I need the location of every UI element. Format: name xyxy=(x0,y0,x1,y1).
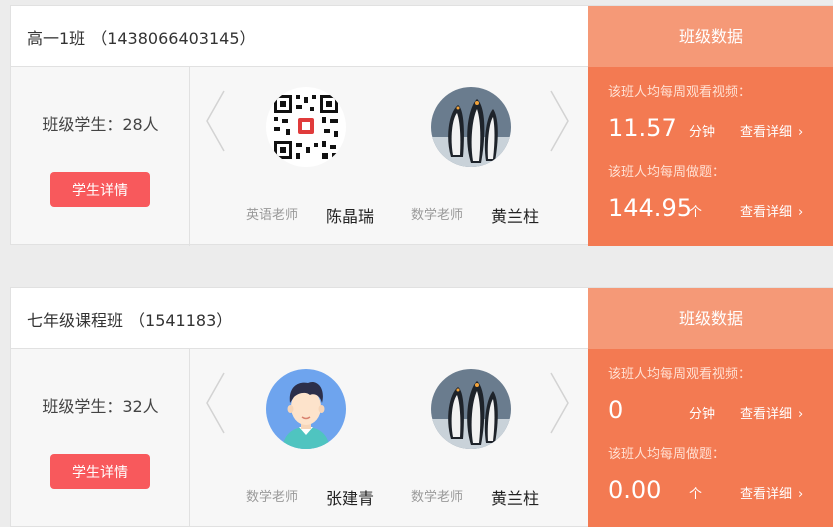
carousel-next-icon[interactable] xyxy=(549,89,571,153)
detail-link-label: 查看详细 xyxy=(740,487,793,502)
class-data-panel: 班级数据 该班人均每周观看视频： 0 分钟 查看详细 › 该班人均每周做题： 0.… xyxy=(588,288,833,527)
teacher-role: 数学老师 xyxy=(411,208,464,223)
class-students-panel: 班级学生：32人 学生详情 xyxy=(11,349,190,527)
problem-stat-value: 0.00 xyxy=(608,476,662,504)
problem-detail-link[interactable]: 查看详细 › xyxy=(740,201,803,220)
video-stat-label: 该班人均每周观看视频： xyxy=(608,367,752,382)
teachers-carousel: 英语老师 陈晶瑞 数学老师 黄兰柱 xyxy=(191,67,588,246)
student-count: 班级学生：28人 xyxy=(42,115,159,134)
chevron-right-icon: › xyxy=(798,487,804,502)
class-header: 高一1班 （1438066403145） xyxy=(11,6,588,67)
detail-link-label: 查看详细 xyxy=(740,407,793,422)
problem-stat-value: 144.95 xyxy=(608,194,692,222)
penguin-icon xyxy=(431,369,511,449)
problem-stat-label: 该班人均每周做题： xyxy=(608,165,726,180)
detail-link-label: 查看详细 xyxy=(740,125,793,140)
teacher-name: 张建青 xyxy=(326,489,375,508)
teacher-card: 数学老师 黄兰柱 xyxy=(396,349,556,527)
video-stat-label: 该班人均每周观看视频： xyxy=(608,85,752,100)
penguin-icon xyxy=(431,87,511,167)
detail-link-label: 查看详细 xyxy=(740,205,793,220)
teachers-carousel: 数学老师 张建青 数学老师 黄兰柱 xyxy=(191,349,588,527)
chevron-right-icon: › xyxy=(798,205,804,220)
video-detail-link[interactable]: 查看详细 › xyxy=(740,403,803,422)
teacher-role: 数学老师 xyxy=(411,490,464,505)
class-code: （1438066403145） xyxy=(91,29,256,48)
problem-stat-unit: 个 xyxy=(689,487,703,502)
video-stat-unit: 分钟 xyxy=(689,125,716,140)
teacher-role: 数学老师 xyxy=(246,490,299,505)
class-data-title: 班级数据 xyxy=(588,288,833,349)
carousel-next-icon[interactable] xyxy=(549,371,571,435)
chevron-right-icon: › xyxy=(798,407,804,422)
teacher-card: 英语老师 陈晶瑞 xyxy=(231,67,391,246)
video-detail-link[interactable]: 查看详细 › xyxy=(740,121,803,140)
class-name: 高一1班 xyxy=(27,29,86,48)
class-title: 七年级课程班 （1541183） xyxy=(27,307,232,331)
student-details-button[interactable]: 学生详情 xyxy=(50,454,150,489)
class-name: 七年级课程班 xyxy=(27,311,124,330)
class-students-panel: 班级学生：28人 学生详情 xyxy=(11,67,190,246)
teacher-name: 黄兰柱 xyxy=(491,489,540,508)
problem-stat-label: 该班人均每周做题： xyxy=(608,447,726,462)
teacher-card: 数学老师 张建青 xyxy=(231,349,391,527)
carousel-prev-icon[interactable] xyxy=(204,89,226,153)
class-code: （1541183） xyxy=(129,311,233,330)
teacher-name: 黄兰柱 xyxy=(491,207,540,226)
teacher-name: 陈晶瑞 xyxy=(326,207,375,226)
class-data-title: 班级数据 xyxy=(588,6,833,67)
class-card: 七年级课程班 （1541183） 班级学生：32人 学生详情 数学老师 张建青 … xyxy=(10,287,833,527)
class-data-panel: 班级数据 该班人均每周观看视频： 11.57 分钟 查看详细 › 该班人均每周做题… xyxy=(588,6,833,246)
class-card: 高一1班 （1438066403145） 班级学生：28人 学生详情 英语老师 … xyxy=(10,5,833,246)
carousel-prev-icon[interactable] xyxy=(204,371,226,435)
video-stat-value: 11.57 xyxy=(608,114,677,142)
cartoon-boy-icon xyxy=(266,369,346,449)
teacher-role: 英语老师 xyxy=(246,208,299,223)
student-details-button[interactable]: 学生详情 xyxy=(50,172,150,207)
student-count: 班级学生：32人 xyxy=(42,397,159,416)
problem-stat-unit: 个 xyxy=(689,205,703,220)
video-stat-value: 0 xyxy=(608,396,624,424)
video-stat-unit: 分钟 xyxy=(689,407,716,422)
class-title: 高一1班 （1438066403145） xyxy=(27,25,256,49)
class-header: 七年级课程班 （1541183） xyxy=(11,288,588,349)
teacher-card: 数学老师 黄兰柱 xyxy=(396,67,556,246)
qr-code-icon xyxy=(266,87,346,167)
problem-detail-link[interactable]: 查看详细 › xyxy=(740,483,803,502)
chevron-right-icon: › xyxy=(798,125,804,140)
